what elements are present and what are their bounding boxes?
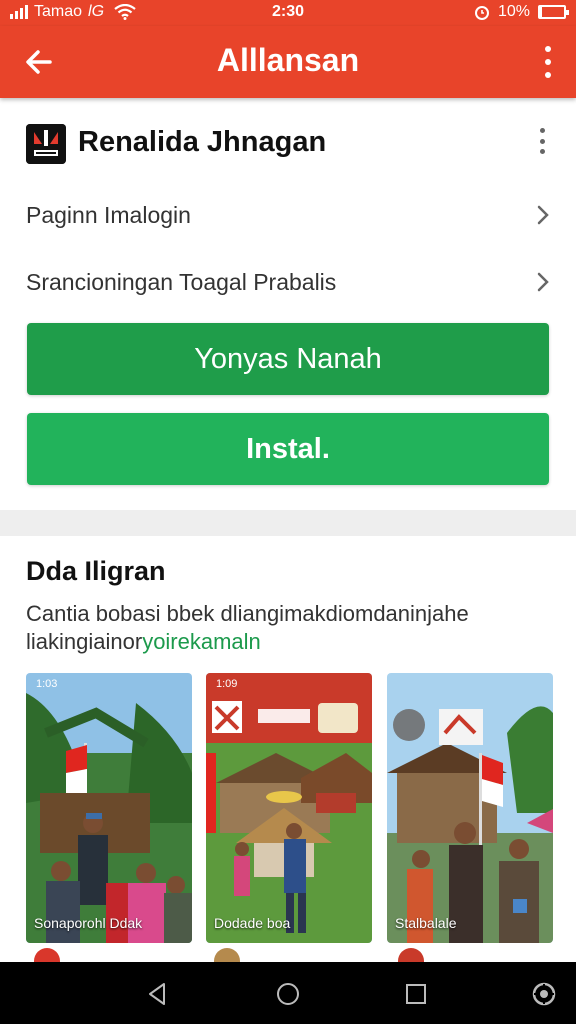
nav-home-icon[interactable] [274, 980, 302, 1008]
screenshot-caption: Dodade boa [214, 915, 291, 931]
nav-recents-icon[interactable] [402, 980, 430, 1008]
battery-percent: 10% [497, 3, 530, 20]
nav-back-icon[interactable] [144, 980, 172, 1008]
screenshot-status-time [387, 673, 553, 695]
peek-icon [34, 948, 60, 962]
screenshot-thumbnail[interactable]: 1:03 Sonaporohl Ddak [26, 673, 192, 943]
more-vert-icon[interactable] [542, 46, 554, 78]
peek-icon [214, 948, 240, 962]
screenshot-status-time: 1:03 [36, 678, 58, 690]
screenshot-image [387, 673, 553, 943]
list-item[interactable]: Srancioningan Toagal Prabalis [26, 263, 556, 303]
description-link[interactable]: yoirekamaln [142, 629, 261, 654]
page-title: Alllansan [216, 42, 360, 78]
screenshot-caption: Stalbalale [395, 915, 457, 931]
description-line: Cantia bobasi bbek dliangimakdiomdaninja… [26, 601, 469, 626]
section-divider [0, 510, 576, 536]
install-button[interactable]: Instal. [27, 413, 549, 485]
system-nav-bar [0, 962, 576, 1024]
list-item[interactable]: Paginn Imalogin [26, 196, 556, 236]
section-title: Dda Iligran [26, 556, 166, 586]
section-description: Cantia bobasi bbek dliangimakdiomdaninja… [26, 600, 556, 656]
chevron-right-icon [537, 272, 549, 292]
battery-icon [538, 5, 569, 19]
screenshot-caption: Sonaporohl Ddak [34, 915, 143, 931]
chevron-right-icon [537, 205, 549, 225]
screenshot-image [26, 673, 192, 943]
status-bar: Tamao lG 2:30 10% [0, 0, 576, 26]
peek-icon [398, 948, 424, 962]
screenshot-thumbnail[interactable]: Stalbalale [387, 673, 553, 943]
app-name: Renalida Jhnagan [78, 126, 327, 158]
description-line: liakingiainor [26, 629, 143, 654]
list-item-label: Paginn Imalogin [26, 202, 191, 228]
alarm-icon [474, 6, 489, 20]
more-vert-icon[interactable] [538, 128, 546, 154]
app-header: Renalida Jhnagan [26, 122, 556, 166]
list-item-label: Srancioningan Toagal Prabalis [26, 269, 337, 295]
screenshot-thumbnail[interactable]: 1:09 Dodade boa [206, 673, 372, 943]
primary-action-button[interactable]: Yonyas Nanah [27, 323, 549, 395]
assistant-icon[interactable] [530, 980, 558, 1008]
screenshot-status-time: 1:09 [216, 678, 238, 690]
screenshot-image [206, 673, 372, 943]
app-logo-icon [26, 124, 66, 164]
app-bar: Alllansan [0, 26, 576, 98]
